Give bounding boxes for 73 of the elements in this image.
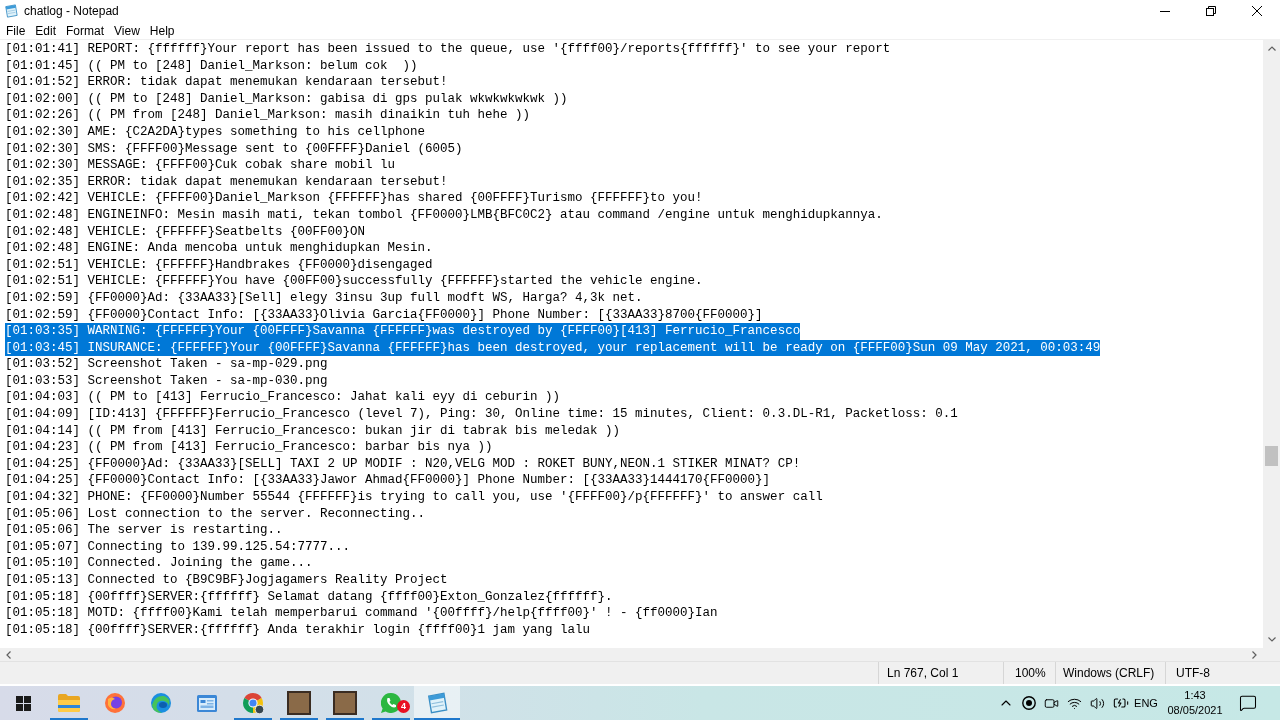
text-line: [01:02:48] ENGINE: Anda mencoba untuk menghidupkan Mesin. [5,240,433,257]
menu-item[interactable]: View [109,22,145,39]
menu-item[interactable]: Help [144,22,180,39]
battery-icon[interactable] [1112,695,1129,711]
text-line: [01:04:23] (( PM from [413] Ferrucio_Francesco: barbar bis nya )) [5,439,493,456]
chevron-left-icon[interactable] [6,650,11,659]
encoding: UTF-8 [1176,666,1210,680]
picture-placeholder-icon [287,691,311,715]
notification-badge: 4 [397,700,410,713]
text-line: [01:04:25] {FF0000}Contact Info: [{33AA33}Jawor Ahmad{FF0000}] Phone Number: [{33AA33}1444170{FF0000}] [5,472,771,490]
taskbar-button[interactable]: 4 [368,686,414,720]
close-icon [1252,6,1262,16]
text-line: [01:04:14] (( PM from [413] Ferrucio_Francesco: bukan jir di tabrak bis meledak )) [5,422,621,440]
text-line: [01:05:06] The server is restarting.. [5,522,283,539]
text-line: [01:02:30] MESSAGE: {FFFF00}Cuk cobak share mobil lu [5,157,396,174]
vertical-scrollbar[interactable] [1263,40,1280,648]
line-ending: Windows (CRLF) [1063,666,1155,680]
text-line: [01:02:51] VEHICLE: {FFFFFF}You have {00FF00}successfully {FFFFFF}started the vehicle engine. [5,273,703,290]
text-line: [01:04:32] PHONE: {FF0000}Number 55544 {FFFFFF}is trying to call you, use '{FFFF00}/p{FFFFFF}' to answer call [5,489,823,506]
text-line: [01:02:51] VEHICLE: {FFFFFF}Handbrakes {FF0000}disengaged [5,256,433,274]
notepad-icon [4,4,18,18]
text-line: [01:04:03] (( PM to [413] Ferrucio_Francesco: Jahat kali eyy di ceburin )) [5,389,561,407]
minimize-icon [1160,10,1170,12]
text-line: [01:05:10] Connected. Joining the game... [5,555,313,572]
text-line: [01:05:06] Lost connection to the server. Reconnecting.. [5,505,426,523]
horizontal-scrollbar[interactable] [0,648,1280,661]
text-line: [01:01:41] REPORT: {ffffff}Your report has been issued to the queue, use '{ffff00}/reports{ffffff}' to see your report [5,41,891,58]
chevron-down-icon[interactable] [1267,637,1276,642]
cursor-position: Ln 767, Col 1 [887,666,959,680]
start-menu-icon[interactable] [15,695,31,711]
text-line: [01:02:35] ERROR: tidak dapat menemukan kendaraan tersebut! [5,173,448,191]
text-line: [01:04:09] [ID:413] {FFFFFF}Ferrucio_Francesco (level 7), Ping: 30, Online time: 15 minutes, Client: 0.3.DL-R1, Packetloss: 0.1 [5,406,958,423]
text-line: [01:02:42] VEHICLE: {FFFF00}Daniel_Markson {FFFFFF}has shared {00FFFF}Turismo {FFFFFF}to you! [5,190,703,207]
text-line: [01:03:53] Screenshot Taken - sa-mp-030.png [5,372,328,390]
text-line: [01:02:26] (( PM from [248] Daniel_Markson: masih dinaikin tuh hehe )) [5,107,531,124]
folder-icon [58,694,80,712]
text-line: [01:02:59] {FF0000}Contact Info: [{33AA33}Olivia Garcia{FF0000}] Phone Number: [{33AA33}8700{FF0000}] [5,306,763,324]
window-app-icon [197,694,217,712]
segmented-circle-icon [242,692,264,714]
text-line: [01:05:13] Connected to {B9C9BF}Jogjagamers Reality Project [5,572,448,589]
menu-item[interactable]: Format [61,22,110,39]
text-line: [01:01:45] (( PM to [248] Daniel_Markson: belum cok )) [5,57,418,75]
chevron-right-icon[interactable] [1252,650,1257,659]
text-line: [01:02:48] VEHICLE: {FFFFFF}Seatbelts {00FF00}ON [5,223,366,241]
scrollbar-thumb[interactable] [1265,446,1278,466]
text-line: [01:02:30] AME: {C2A2DA}types something to his cellphone [5,123,426,141]
text-line: [01:05:18] MOTD: {ffff00}Kami telah memperbarui command '{00ffff}/help{ffff00}' ! - {ff0000}Ian [5,605,718,622]
zoom-level: 100% [1015,666,1046,680]
globe-icon [105,693,125,713]
text-line: [01:03:52] Screenshot Taken - sa-mp-029.png [5,356,328,373]
text-line: [01:04:25] {FF0000}Ad: {33AA33}[SELL] TAXI 2 UP MODIF : N20,VELG MOD : ROKET BUNY,NEON.1 STIKER MINAT? CP! [5,455,801,473]
record-icon[interactable] [1021,696,1036,710]
text-line: [01:01:52] ERROR: tidak dapat menemukan kendaraan tersebut! [5,74,448,91]
menu-item[interactable]: File [1,22,31,39]
menu-item[interactable]: Edit [30,22,62,39]
language-indicator[interactable]: ENG [1134,697,1158,709]
window-title: chatlog - Notepad [24,4,119,18]
text-line: [01:02:59] {FF0000}Ad: {33AA33}[Sell] elegy 3insu 3up full modft WS, Harga? 4,3k net. [5,289,643,307]
speaker-icon[interactable] [1090,695,1105,711]
wifi-icon[interactable] [1067,695,1082,711]
text-line: [01:02:30] SMS: {FFFF00}Message sent to {00FFFF}Daniel (6005) [5,140,463,158]
text-line: [01:05:18] {00ffff}SERVER:{ffffff} Anda terakhir login {ffff00}1 jam yang lalu [5,621,591,639]
text-line: [01:05:07] Connecting to 139.99.125.54:7777... [5,538,351,556]
text-line: [01:02:48] ENGINEINFO: Mesin masih mati, tekan tombol {FF0000}LMB{BFC0C2} atau command /engine untuk menghidupkannya. [5,206,883,224]
notification-icon[interactable] [1239,694,1257,712]
restore-icon [1206,6,1216,16]
picture-placeholder-icon [333,691,357,715]
notepad-icon [426,692,448,714]
swirl-icon [151,693,171,713]
text-line: [01:02:00] (( PM to [248] Daniel_Markson: gabisa di gps pulak wkwkwkwkwk )) [5,90,568,108]
chat-bubble-icon [381,693,401,713]
text-line: [01:05:18] {00ffff}SERVER:{ffffff} Selamat datang {ffff00}Exton_Gonzalez{ffffff}. [5,588,613,606]
clock-button[interactable]: 1:43 08/05/2021 [1160,686,1230,720]
